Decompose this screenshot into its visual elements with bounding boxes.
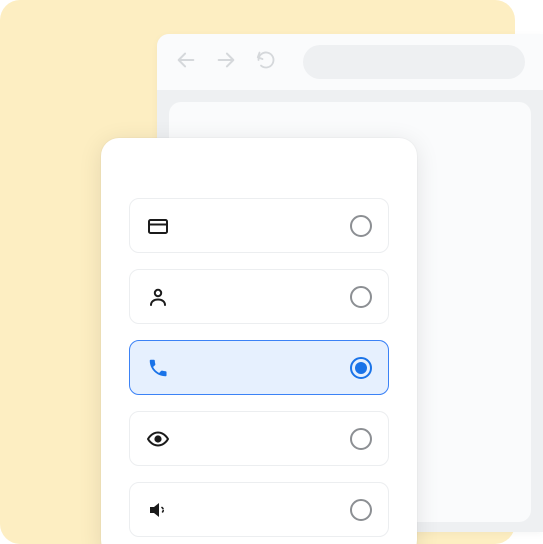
credit-card-icon [146, 214, 170, 238]
forward-button[interactable] [215, 51, 237, 73]
options-card [101, 138, 417, 544]
eye-icon [146, 427, 170, 451]
radio-unchecked[interactable] [350, 215, 372, 237]
phone-icon [146, 356, 170, 380]
radio-unchecked[interactable] [350, 428, 372, 450]
option-credit-card[interactable] [129, 198, 389, 253]
back-button[interactable] [175, 51, 197, 73]
browser-toolbar [157, 34, 543, 90]
radio-checked[interactable] [350, 357, 372, 379]
radio-unchecked[interactable] [350, 499, 372, 521]
option-visibility[interactable] [129, 411, 389, 466]
person-icon [146, 285, 170, 309]
option-sound[interactable] [129, 482, 389, 537]
reload-icon [256, 50, 276, 74]
volume-icon [146, 498, 170, 522]
radio-unchecked[interactable] [350, 286, 372, 308]
option-person[interactable] [129, 269, 389, 324]
address-bar[interactable] [303, 45, 525, 79]
arrow-left-icon [175, 49, 197, 75]
arrow-right-icon [215, 49, 237, 75]
reload-button[interactable] [255, 51, 277, 73]
option-phone[interactable] [129, 340, 389, 395]
